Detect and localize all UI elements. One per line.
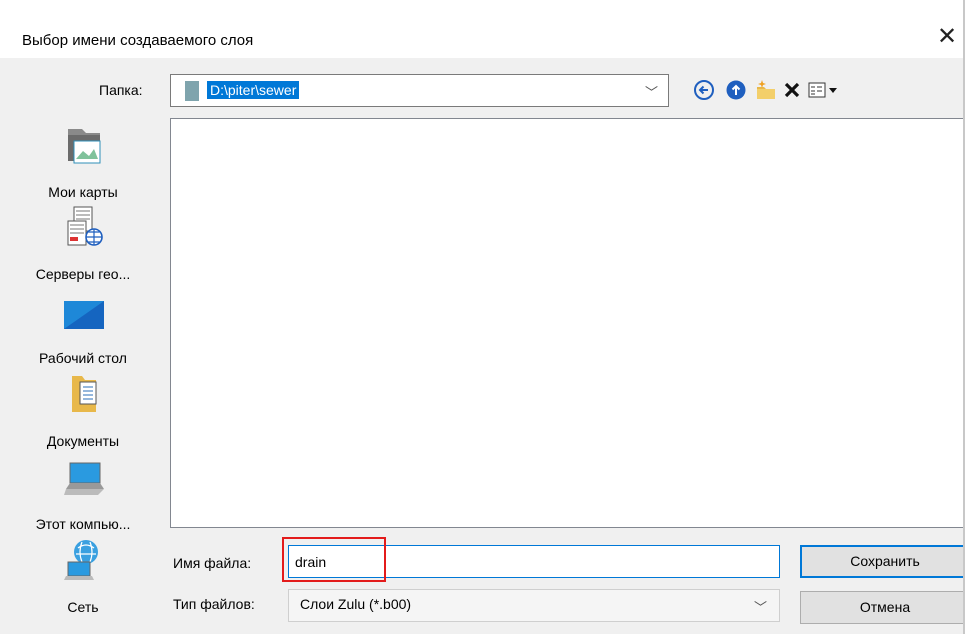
annotation-highlight-box <box>282 537 386 582</box>
filetype-value: Слои Zulu (*.b00) <box>300 596 412 612</box>
place-label: Сеть <box>67 599 99 615</box>
place-label: Рабочий стол <box>39 350 127 366</box>
filename-label: Имя файла: <box>173 555 252 571</box>
new-folder-icon[interactable] <box>754 78 778 102</box>
place-desktop[interactable]: Рабочий стол <box>22 289 144 369</box>
dialog-title: Выбор имени создаваемого слоя <box>22 32 254 49</box>
place-this-pc[interactable]: Этот компью... <box>22 455 144 535</box>
place-label: Этот компью... <box>35 516 131 532</box>
place-label: Мои карты <box>48 184 118 200</box>
network-icon <box>64 540 98 580</box>
close-button[interactable]: ✕ <box>930 20 964 54</box>
place-documents[interactable]: Документы <box>22 372 144 452</box>
place-geo-servers[interactable]: Серверы гео... <box>22 205 144 285</box>
chevron-down-icon[interactable]: ﹀ <box>754 597 767 616</box>
geo-servers-icon <box>67 206 103 246</box>
folder-combobox[interactable]: D:\piter\sewer ﹀ <box>170 74 669 107</box>
folder-label: Папка: <box>99 82 143 98</box>
place-label: Документы <box>46 433 120 449</box>
this-pc-icon <box>64 462 104 495</box>
save-button[interactable]: Сохранить <box>800 545 965 578</box>
title-bar: Выбор имени создаваемого слоя ✕ <box>0 0 965 58</box>
desktop-icon <box>64 301 104 329</box>
chevron-down-icon[interactable]: ﹀ <box>645 82 658 101</box>
documents-icon <box>72 376 97 412</box>
file-list[interactable] <box>170 118 965 528</box>
place-my-maps[interactable]: Мои карты <box>22 123 144 203</box>
folder-icon <box>185 81 199 101</box>
up-folder-icon[interactable] <box>724 78 748 102</box>
view-menu-icon[interactable] <box>806 78 840 102</box>
place-network[interactable]: Сеть <box>22 538 144 618</box>
cancel-button[interactable]: Отмена <box>800 591 965 624</box>
my-maps-icon <box>68 129 101 164</box>
place-label: Серверы гео... <box>35 266 131 282</box>
folder-path-value: D:\piter\sewer <box>207 81 300 99</box>
filetype-label: Тип файлов: <box>173 596 255 612</box>
filetype-select[interactable]: Слои Zulu (*.b00) ﹀ <box>288 589 780 622</box>
delete-icon[interactable] <box>780 78 804 102</box>
places-bar: Мои карты Серверы гео... Рабочий стол До… <box>22 119 144 615</box>
save-layer-dialog: Выбор имени создаваемого слоя ✕ Папка: D… <box>0 0 965 634</box>
back-icon[interactable] <box>692 78 716 102</box>
